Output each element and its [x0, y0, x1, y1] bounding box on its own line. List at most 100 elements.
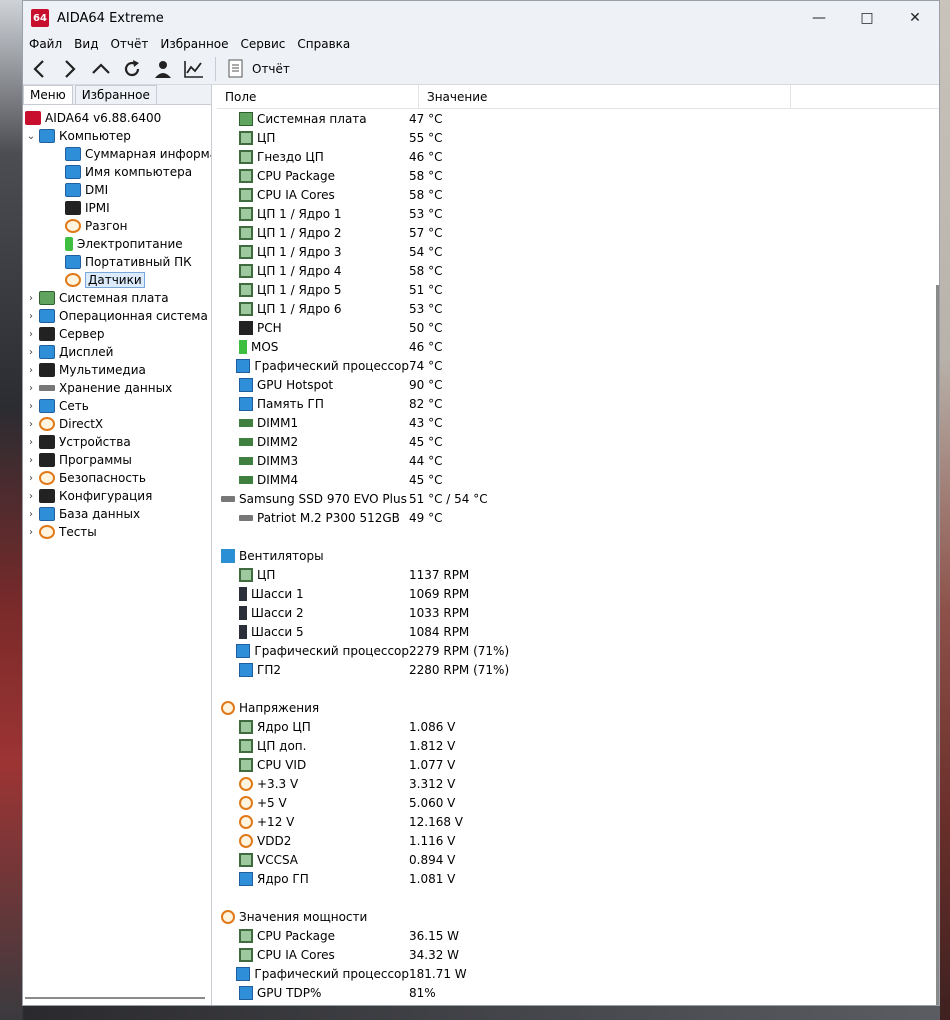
sensor-row[interactable]: ЦП 1 / Ядро 2 57 °C [221, 223, 939, 242]
chevron-right-icon[interactable]: › [23, 347, 39, 358]
tree-item-computer[interactable]: ⌄ Компьютер [23, 127, 211, 145]
chevron-right-icon[interactable]: › [23, 491, 39, 502]
chevron-right-icon[interactable]: › [23, 365, 39, 376]
chevron-right-icon[interactable]: › [23, 509, 39, 520]
tree-item-computer-child[interactable]: Суммарная информация [23, 145, 211, 163]
vertical-scrollbar[interactable] [936, 285, 939, 1005]
sensor-row[interactable]: CPU IA Cores 58 °C [221, 185, 939, 204]
refresh-button[interactable] [116, 54, 147, 84]
column-value-header[interactable]: Значение [419, 85, 791, 108]
tree-root[interactable]: AIDA64 v6.88.6400 [23, 109, 211, 127]
sensor-row[interactable]: ГП2 2280 RPM (71%) [221, 660, 939, 679]
tree-item-top[interactable]: › Сервер [23, 325, 211, 343]
chevron-right-icon[interactable]: › [23, 437, 39, 448]
menu-service[interactable]: Сервис [241, 37, 286, 51]
sensor-row[interactable]: Графический процессор 2279 RPM (71%) [221, 641, 939, 660]
sensor-row[interactable]: ЦП 1 / Ядро 5 51 °C [221, 280, 939, 299]
sensor-row[interactable]: ЦП 1 / Ядро 4 58 °C [221, 261, 939, 280]
tree-item-computer-child[interactable]: Разгон [23, 217, 211, 235]
tree-item-computer-child[interactable]: IPMI [23, 199, 211, 217]
tree-item-computer-child[interactable]: DMI [23, 181, 211, 199]
chevron-right-icon[interactable]: › [23, 473, 39, 484]
tree-item-computer-child[interactable]: Датчики [23, 271, 211, 289]
sensor-row[interactable]: VCCSA 0.894 V [221, 850, 939, 869]
menu-favorites[interactable]: Избранное [160, 37, 228, 51]
sensor-row[interactable]: GPU TDP% 81% [221, 983, 939, 1002]
tree-item-top[interactable]: › База данных [23, 505, 211, 523]
sensor-row[interactable]: Графический процессор 74 °C [221, 356, 939, 375]
sensor-row[interactable]: Гнездо ЦП 46 °C [221, 147, 939, 166]
sensor-row[interactable]: Samsung SSD 970 EVO Plus ... 51 °C / 54 °… [221, 489, 939, 508]
chevron-right-icon[interactable]: › [23, 311, 39, 322]
sensor-row[interactable]: MOS 46 °C [221, 337, 939, 356]
sensor-row[interactable]: DIMM1 43 °C [221, 413, 939, 432]
tree-item-top[interactable]: › DirectX [23, 415, 211, 433]
sensor-row[interactable]: CPU Package 58 °C [221, 166, 939, 185]
tree-item-top[interactable]: › Сеть [23, 397, 211, 415]
sensor-row[interactable]: ЦП 1 / Ядро 3 54 °C [221, 242, 939, 261]
sensor-row[interactable]: VDD2 1.116 V [221, 831, 939, 850]
menu-report[interactable]: Отчёт [110, 37, 148, 51]
tree-item-top[interactable]: › Конфигурация [23, 487, 211, 505]
tree-item-top[interactable]: › Устройства [23, 433, 211, 451]
chevron-right-icon[interactable]: › [23, 455, 39, 466]
tree-item-top[interactable]: › Дисплей [23, 343, 211, 361]
tree-item-top[interactable]: › Мультимедиа [23, 361, 211, 379]
minimize-button[interactable]: — [795, 1, 843, 35]
chevron-right-icon[interactable]: › [23, 329, 39, 340]
chevron-right-icon[interactable]: › [23, 383, 39, 394]
sensor-row[interactable]: DIMM2 45 °C [221, 432, 939, 451]
sensor-row[interactable]: Системная плата 47 °C [221, 109, 939, 128]
sensor-row[interactable]: Ядро ГП 1.081 V [221, 869, 939, 888]
chevron-down-icon[interactable]: ⌄ [23, 131, 39, 142]
title-bar[interactable]: 64 AIDA64 Extreme — □ ✕ [23, 1, 939, 35]
sensor-row[interactable]: ЦП 1 / Ядро 1 53 °C [221, 204, 939, 223]
chevron-right-icon[interactable]: › [23, 419, 39, 430]
tree-item-top[interactable]: › Программы [23, 451, 211, 469]
sensor-row[interactable]: Ядро ЦП 1.086 V [221, 717, 939, 736]
menu-help[interactable]: Справка [297, 37, 350, 51]
chart-button[interactable] [178, 54, 209, 84]
sensor-row[interactable]: DIMM4 45 °C [221, 470, 939, 489]
forward-button[interactable] [54, 54, 85, 84]
maximize-button[interactable]: □ [843, 1, 891, 35]
tree-item-top[interactable]: › Безопасность [23, 469, 211, 487]
sensor-row[interactable]: Шасси 1 1069 RPM [221, 584, 939, 603]
sensor-row[interactable]: Patriot M.2 P300 512GB 49 °C [221, 508, 939, 527]
sensor-row[interactable]: +12 V 12.168 V [221, 812, 939, 831]
sensor-row[interactable]: PCH 50 °C [221, 318, 939, 337]
sensor-row[interactable]: ЦП доп. 1.812 V [221, 736, 939, 755]
column-field-header[interactable]: Поле [217, 85, 419, 108]
sensor-row[interactable]: ЦП 55 °C [221, 128, 939, 147]
menu-file[interactable]: Файл [29, 37, 62, 51]
tree-item-top[interactable]: › Операционная система [23, 307, 211, 325]
chevron-right-icon[interactable]: › [23, 401, 39, 412]
tab-favorites[interactable]: Избранное [74, 85, 157, 104]
tree-item-top[interactable]: › Хранение данных [23, 379, 211, 397]
chevron-right-icon[interactable]: › [23, 527, 39, 538]
horizontal-scrollbar[interactable] [25, 997, 205, 999]
sensor-row[interactable]: +3.3 V 3.312 V [221, 774, 939, 793]
tree-item-top[interactable]: › Системная плата [23, 289, 211, 307]
menu-view[interactable]: Вид [74, 37, 98, 51]
user-button[interactable] [147, 54, 178, 84]
up-button[interactable] [85, 54, 116, 84]
sensor-row[interactable]: Шасси 2 1033 RPM [221, 603, 939, 622]
sensor-row[interactable]: ЦП 1 / Ядро 6 53 °C [221, 299, 939, 318]
sensor-row[interactable]: ЦП 1137 RPM [221, 565, 939, 584]
sensor-row[interactable]: Память ГП 82 °C [221, 394, 939, 413]
chevron-right-icon[interactable]: › [23, 293, 39, 304]
sensor-row[interactable]: +5 V 5.060 V [221, 793, 939, 812]
sensor-row[interactable]: CPU VID 1.077 V [221, 755, 939, 774]
sensor-row[interactable]: CPU IA Cores 34.32 W [221, 945, 939, 964]
tree-item-computer-child[interactable]: Электропитание [23, 235, 211, 253]
tree-item-computer-child[interactable]: Имя компьютера [23, 163, 211, 181]
close-button[interactable]: ✕ [891, 1, 939, 35]
sensor-row[interactable]: DIMM3 44 °C [221, 451, 939, 470]
sensor-row[interactable]: Шасси 5 1084 RPM [221, 622, 939, 641]
tree-item-top[interactable]: › Тесты [23, 523, 211, 541]
back-button[interactable] [23, 54, 54, 84]
sensor-row[interactable]: Графический процессор 181.71 W [221, 964, 939, 983]
sensor-row[interactable]: CPU Package 36.15 W [221, 926, 939, 945]
tab-menu[interactable]: Меню [23, 85, 73, 104]
